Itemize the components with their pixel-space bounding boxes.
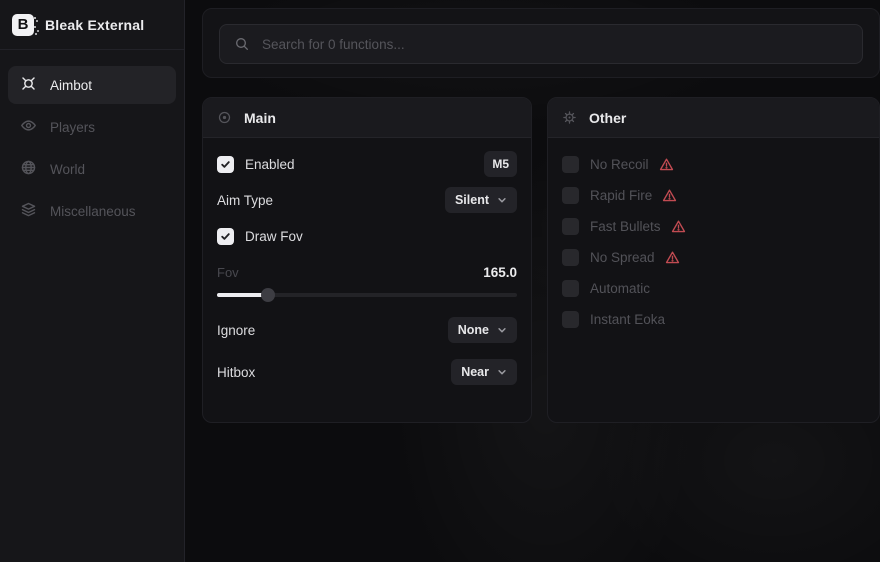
panel-other-body: No Recoil Rapid Fire Fast Bullets bbox=[548, 138, 879, 345]
automatic-row: Automatic bbox=[562, 278, 865, 298]
chevron-down-icon bbox=[497, 195, 507, 205]
sidebar-header: B Bleak External bbox=[0, 0, 184, 50]
search-input[interactable] bbox=[262, 37, 848, 52]
crosshair-icon bbox=[20, 75, 37, 95]
panel-main-body: Enabled M5 Aim Type Silent Draw Fov bbox=[203, 138, 531, 398]
sidebar: B Bleak External Aimbot Players bbox=[0, 0, 185, 562]
instant-eoka-checkbox[interactable] bbox=[562, 311, 579, 328]
fov-slider[interactable] bbox=[217, 288, 517, 302]
warning-icon bbox=[665, 250, 680, 265]
chevron-down-icon bbox=[497, 325, 507, 335]
automatic-label: Automatic bbox=[590, 281, 650, 296]
no-recoil-checkbox[interactable] bbox=[562, 156, 579, 173]
panel-main-title: Main bbox=[244, 110, 276, 126]
fov-slider-thumb[interactable] bbox=[261, 288, 275, 302]
app-logo-letter: B bbox=[18, 16, 29, 33]
draw-fov-checkbox[interactable] bbox=[217, 228, 234, 245]
sidebar-item-label: Aimbot bbox=[50, 78, 92, 93]
warning-icon bbox=[659, 157, 674, 172]
sidebar-item-players[interactable]: Players bbox=[8, 108, 176, 146]
hitbox-label: Hitbox bbox=[217, 365, 255, 380]
sidebar-nav: Aimbot Players World bbox=[0, 50, 184, 230]
warning-icon bbox=[671, 219, 686, 234]
toolbar bbox=[202, 8, 880, 78]
enabled-keybind-button[interactable]: M5 bbox=[484, 151, 517, 177]
sidebar-item-aimbot[interactable]: Aimbot bbox=[8, 66, 176, 104]
fast-bullets-label: Fast Bullets bbox=[590, 219, 661, 234]
search-box[interactable] bbox=[219, 24, 863, 64]
instant-eoka-row: Instant Eoka bbox=[562, 309, 865, 329]
fov-label: Fov bbox=[217, 265, 239, 280]
no-spread-row: No Spread bbox=[562, 247, 865, 267]
aim-type-value: Silent bbox=[455, 193, 489, 207]
gear-icon bbox=[562, 110, 577, 125]
no-spread-checkbox[interactable] bbox=[562, 249, 579, 266]
eye-icon bbox=[20, 117, 37, 137]
ignore-dropdown[interactable]: None bbox=[448, 317, 517, 343]
warning-icon bbox=[662, 188, 677, 203]
check-icon bbox=[220, 159, 231, 170]
chevron-down-icon bbox=[497, 367, 507, 377]
fov-value: 165.0 bbox=[483, 265, 517, 280]
search-icon bbox=[234, 36, 250, 52]
rapid-fire-label: Rapid Fire bbox=[590, 188, 652, 203]
hitbox-dropdown[interactable]: Near bbox=[451, 359, 517, 385]
check-icon bbox=[220, 231, 231, 242]
rapid-fire-row: Rapid Fire bbox=[562, 185, 865, 205]
ignore-value: None bbox=[458, 323, 489, 337]
aim-type-label: Aim Type bbox=[217, 193, 273, 208]
target-icon bbox=[217, 110, 232, 125]
no-spread-label: No Spread bbox=[590, 250, 655, 265]
sidebar-item-label: Players bbox=[50, 120, 95, 135]
panel-main: Main Enabled M5 Aim Type Silent bbox=[202, 97, 532, 423]
fov-row: Fov 165.0 bbox=[217, 262, 517, 282]
ignore-row: Ignore None bbox=[217, 316, 517, 344]
enabled-row: Enabled M5 bbox=[217, 150, 517, 178]
draw-fov-row: Draw Fov bbox=[217, 222, 517, 250]
sidebar-item-world[interactable]: World bbox=[8, 150, 176, 188]
no-recoil-row: No Recoil bbox=[562, 154, 865, 174]
panel-other-title: Other bbox=[589, 110, 626, 126]
sidebar-item-miscellaneous[interactable]: Miscellaneous bbox=[8, 192, 176, 230]
fast-bullets-checkbox[interactable] bbox=[562, 218, 579, 235]
app-logo: B bbox=[12, 14, 34, 36]
sidebar-item-label: World bbox=[50, 162, 85, 177]
panel-main-header: Main bbox=[203, 98, 531, 138]
instant-eoka-label: Instant Eoka bbox=[590, 312, 665, 327]
ignore-label: Ignore bbox=[217, 323, 255, 338]
aim-type-row: Aim Type Silent bbox=[217, 186, 517, 214]
enabled-label: Enabled bbox=[245, 157, 295, 172]
layers-icon bbox=[20, 201, 37, 221]
app-title: Bleak External bbox=[45, 17, 144, 33]
sidebar-item-label: Miscellaneous bbox=[50, 204, 136, 219]
automatic-checkbox[interactable] bbox=[562, 280, 579, 297]
hitbox-value: Near bbox=[461, 365, 489, 379]
globe-icon bbox=[20, 159, 37, 179]
enabled-checkbox[interactable] bbox=[217, 156, 234, 173]
fast-bullets-row: Fast Bullets bbox=[562, 216, 865, 236]
aim-type-dropdown[interactable]: Silent bbox=[445, 187, 517, 213]
hitbox-row: Hitbox Near bbox=[217, 358, 517, 386]
rapid-fire-checkbox[interactable] bbox=[562, 187, 579, 204]
draw-fov-label: Draw Fov bbox=[245, 229, 303, 244]
panel-other-header: Other bbox=[548, 98, 879, 138]
panel-other: Other No Recoil Rapid Fire Fast Bullets bbox=[547, 97, 880, 423]
no-recoil-label: No Recoil bbox=[590, 157, 649, 172]
